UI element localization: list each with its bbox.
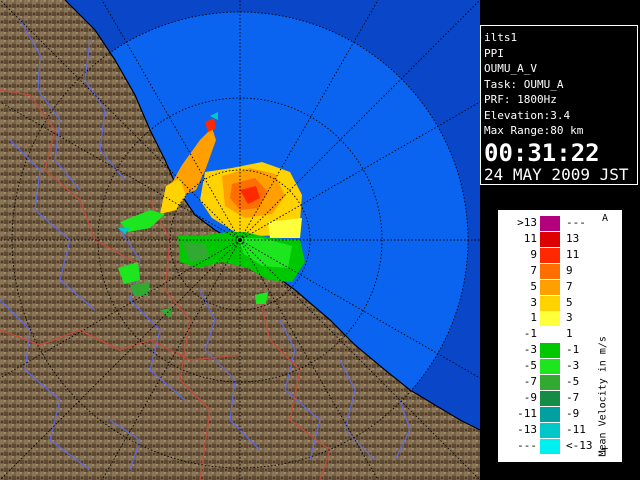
legend-row-low: 9 [530, 247, 537, 261]
radar-ppi-map[interactable] [0, 0, 480, 480]
legend-row-high: -3 [566, 359, 580, 373]
prf-value: PRF: 1800Hz [484, 93, 557, 106]
legend-swatch [540, 263, 560, 279]
task-name: Task: OUMU_A [484, 77, 564, 91]
scan-type: PPI [484, 46, 504, 60]
legend-swatch [540, 375, 560, 390]
legend-row-high: 11 [566, 247, 580, 261]
legend-row-high: -5 [566, 375, 580, 388]
legend-row-low: -5 [523, 359, 537, 373]
legend-row-low: 5 [530, 279, 537, 293]
radar-name: ilts1 [484, 31, 518, 44]
legend-swatch [540, 422, 560, 438]
legend-swatch [540, 438, 560, 454]
legend-row-high: 1 [566, 327, 573, 341]
scan-date: 24 MAY 2009 JST [484, 164, 629, 184]
elevation-value: Elevation:3.4 [484, 108, 571, 122]
max-range-value: Max Range:80 km [484, 124, 584, 137]
legend-top-mark: A [602, 213, 609, 224]
legend-swatch [540, 343, 560, 359]
legend-swatch [540, 327, 560, 343]
legend-row-high: -7 [566, 390, 580, 404]
legend-swatch [540, 359, 560, 375]
legend-row-high: 9 [566, 263, 573, 277]
scan-info-panel: ilts1 PPI OUMU_A_V Task: OUMU_A PRF: 180… [480, 25, 638, 185]
legend-row-high: <-13 [566, 438, 593, 452]
legend-row-high: -9 [566, 406, 580, 420]
legend-row-low: -13 [517, 422, 537, 436]
legend-row-low: --- [517, 438, 537, 452]
legend-row-high: 3 [566, 311, 573, 325]
legend-row-high: 7 [566, 279, 573, 293]
legend-row-high: 13 [566, 231, 580, 245]
legend-row-low: >13 [517, 216, 537, 229]
legend-title-box: Mean Velocity in m/s [597, 336, 609, 457]
legend-row-low: 11 [523, 231, 537, 245]
product-name: OUMU_A_V [484, 62, 537, 75]
legend-swatch [540, 406, 560, 422]
legend-swatch [540, 216, 560, 231]
legend-bottom-mark: T [602, 447, 609, 458]
scan-time: 00:31:22 [484, 138, 600, 167]
legend-row-low: -7 [523, 375, 537, 388]
legend-row-low: -11 [517, 406, 537, 420]
legend-row-low: 7 [530, 263, 537, 277]
legend-swatch [540, 279, 560, 295]
legend-row-low: -1 [523, 327, 537, 341]
legend-title: Mean Velocity in m/s [597, 336, 609, 457]
legend-row-low: 1 [530, 311, 537, 325]
velocity-legend: >13 --- 11 13 9 11 7 9 5 7 3 5 1 3 -1 1 -3 -1 -5 -3 -7 -5 -9 -7… [498, 210, 622, 462]
legend-swatch [540, 247, 560, 263]
legend-swatch [540, 231, 560, 247]
legend-row-high: -1 [566, 343, 580, 357]
legend-swatch [540, 295, 560, 311]
legend-swatch [540, 311, 560, 327]
legend-row-low: -3 [523, 343, 537, 357]
legend-swatch [540, 390, 560, 406]
legend-row-low: -9 [523, 390, 537, 404]
legend-row-low: 3 [530, 295, 537, 309]
legend-row-high: 5 [566, 295, 573, 309]
legend-row-high: -11 [566, 422, 586, 436]
legend-row-high: --- [566, 216, 586, 229]
radar-site-marker [238, 238, 242, 242]
